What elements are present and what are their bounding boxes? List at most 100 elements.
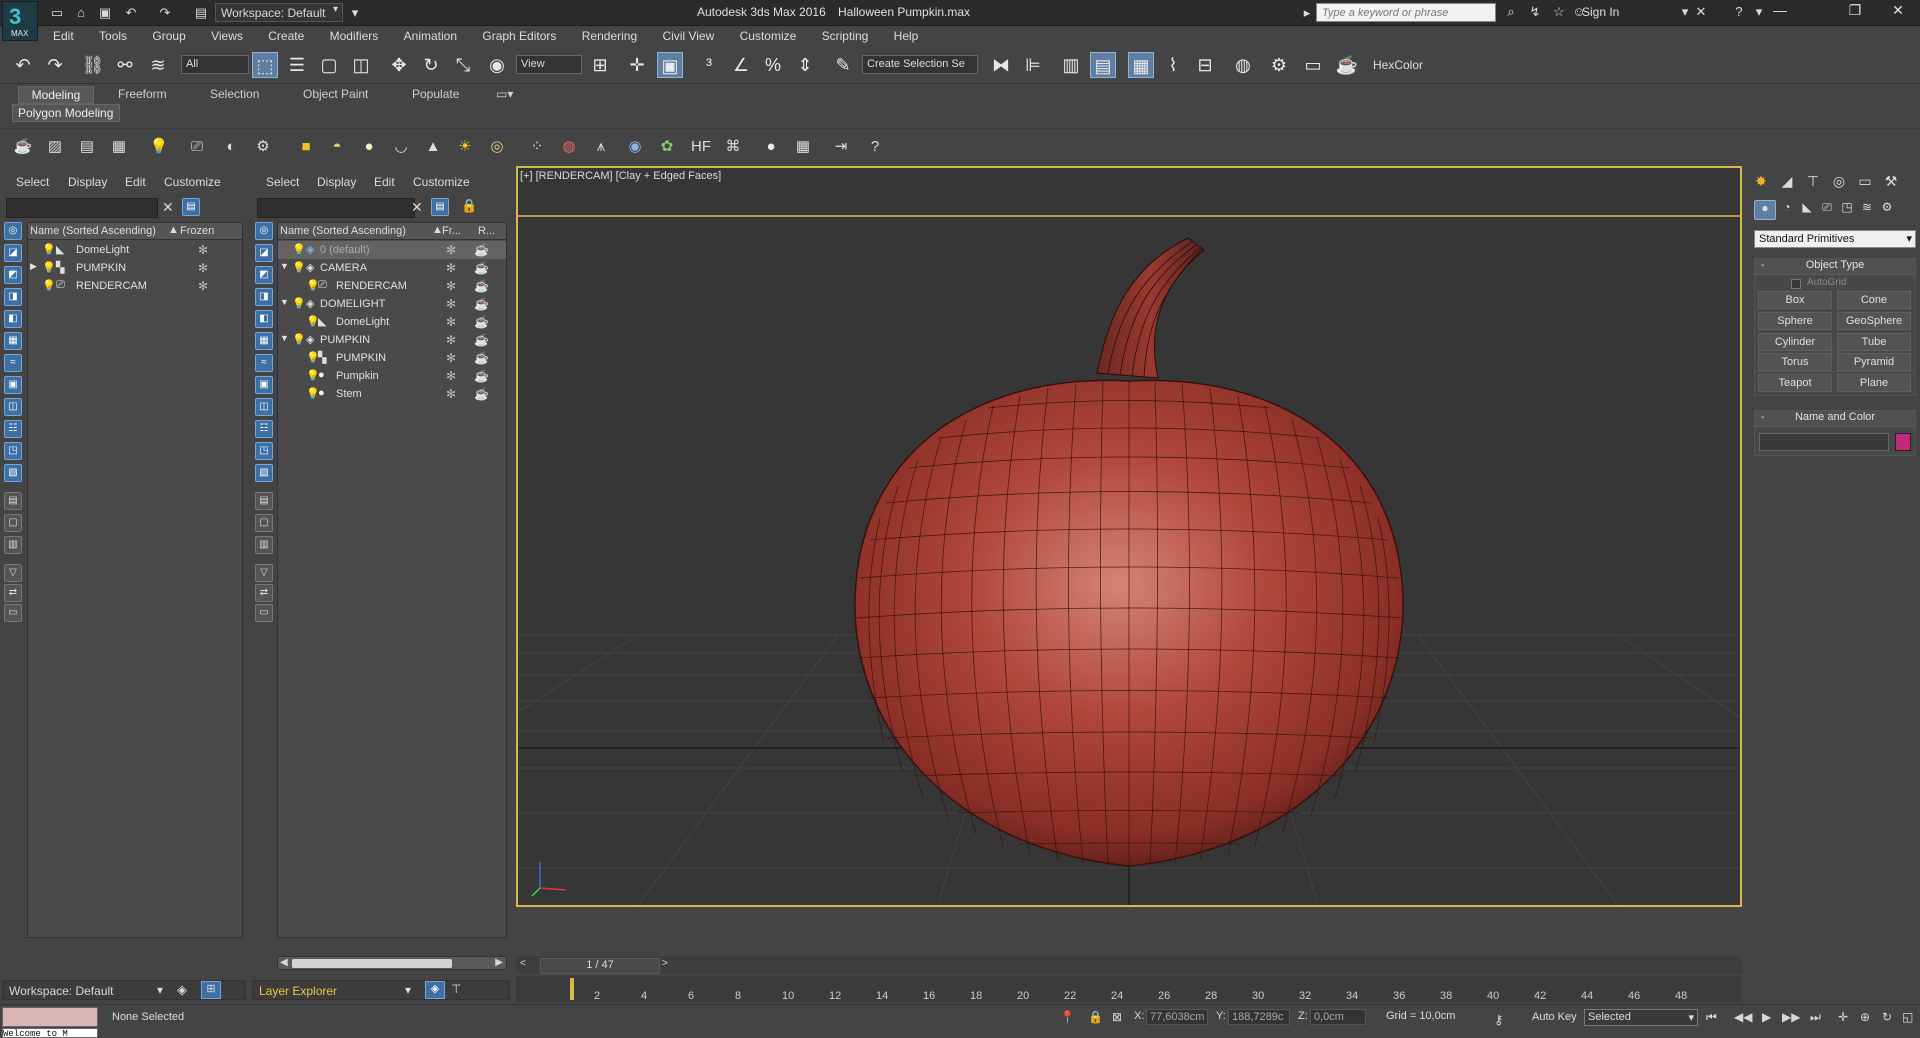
render-production-icon[interactable]: ☕ bbox=[1334, 52, 1360, 78]
key-filter-dropdown[interactable]: Selected ▾ bbox=[1584, 1009, 1698, 1026]
daylight-icon[interactable]: ◎ bbox=[486, 136, 508, 158]
hierarchy-tab-icon[interactable]: ⊤ bbox=[1802, 170, 1824, 192]
network-icon[interactable]: ⩚ bbox=[590, 136, 612, 158]
maxscript-mini-listener[interactable] bbox=[2, 1007, 98, 1027]
absolute-mode-icon[interactable]: ⊠ bbox=[1112, 1010, 1122, 1024]
render-teapot-icon[interactable]: ☕ bbox=[474, 369, 489, 383]
tube-button[interactable]: Tube bbox=[1837, 333, 1911, 351]
menu-help[interactable]: Help bbox=[883, 26, 930, 43]
column-name-header[interactable]: Name (Sorted Ascending) bbox=[30, 225, 156, 237]
menu-customize[interactable]: Customize bbox=[729, 26, 808, 43]
go-to-end-icon[interactable]: ⏭ bbox=[1810, 1010, 1821, 1025]
menu-rendering[interactable]: Rendering bbox=[571, 26, 648, 43]
teapot-button[interactable]: Teapot bbox=[1758, 374, 1832, 392]
display-frozen-icon[interactable]: ▧ bbox=[255, 464, 273, 482]
display-cameras-icon[interactable]: ◧ bbox=[4, 310, 22, 328]
render-teapot-icon[interactable]: ☕ bbox=[474, 315, 489, 329]
help-circle-icon[interactable]: ? bbox=[864, 136, 886, 158]
shell-icon[interactable]: ⌘ bbox=[722, 136, 744, 158]
display-shapes-icon[interactable]: ◩ bbox=[255, 266, 273, 284]
maximize-viewport-icon[interactable]: ◱ bbox=[1902, 1010, 1913, 1024]
time-slider-track[interactable] bbox=[516, 956, 1742, 974]
select-manipulate-icon[interactable]: ✛ bbox=[624, 52, 650, 78]
menu-civil-view[interactable]: Civil View bbox=[651, 26, 725, 43]
save-file-icon[interactable]: ▣ bbox=[96, 4, 114, 21]
grass-icon[interactable]: ✿ bbox=[656, 136, 678, 158]
lock-selection-icon[interactable]: 🔒 bbox=[1088, 1010, 1103, 1024]
viewport[interactable] bbox=[217, 166, 1920, 907]
layer-menu-customize[interactable]: Customize bbox=[413, 175, 470, 189]
menu-tools[interactable]: Tools bbox=[88, 26, 138, 43]
render-teapot-icon[interactable]: ☕ bbox=[474, 333, 489, 347]
menu-group[interactable]: Group bbox=[141, 26, 196, 43]
redo-icon[interactable]: ↷ bbox=[156, 4, 174, 21]
prev-frame-icon[interactable]: < bbox=[520, 958, 526, 969]
sphere-button[interactable]: Sphere bbox=[1758, 312, 1832, 330]
restore-button[interactable]: ❐ bbox=[1835, 2, 1875, 22]
polygon-modeling-panel[interactable]: Polygon Modeling bbox=[12, 104, 120, 122]
lights-category-icon[interactable]: ◣ bbox=[1796, 200, 1818, 220]
place-icon[interactable]: ◉ bbox=[484, 52, 510, 78]
project-folder-icon[interactable]: ▤ bbox=[192, 4, 210, 21]
snowflake-icon[interactable]: ✻ bbox=[446, 387, 456, 401]
play-icon[interactable]: ▶ bbox=[1762, 1010, 1771, 1024]
help-icon[interactable]: ? bbox=[1730, 4, 1748, 21]
scrollbar-thumb[interactable] bbox=[292, 959, 452, 968]
display-containers-icon[interactable]: ◳ bbox=[255, 442, 273, 460]
cone-button[interactable]: Cone bbox=[1837, 291, 1911, 309]
hemisphere-icon[interactable]: ◓ bbox=[326, 136, 348, 158]
display-cameras-icon[interactable]: ◧ bbox=[255, 310, 273, 328]
y-coordinate-field[interactable]: 188,7289c bbox=[1228, 1009, 1290, 1025]
minimize-button[interactable]: — bbox=[1760, 2, 1800, 22]
link-icon[interactable]: ⛓ bbox=[80, 52, 106, 78]
globe-icon[interactable]: ◉ bbox=[624, 136, 646, 158]
layer-menu-display[interactable]: Display bbox=[317, 175, 356, 189]
gear-chain-icon[interactable]: ⚙ bbox=[252, 136, 274, 158]
key-icon[interactable]: ⚷ bbox=[1494, 1012, 1504, 1028]
geometry-category-icon[interactable]: ● bbox=[1754, 200, 1776, 220]
cone-icon[interactable]: ▲ bbox=[422, 136, 444, 158]
time-slider-knob[interactable]: 1 / 47 bbox=[540, 958, 660, 974]
viewport-label[interactable]: [+] [RENDERCAM] [Clay + Edged Faces] bbox=[520, 170, 721, 182]
menu-views[interactable]: Views bbox=[200, 26, 254, 43]
scroll-left-icon[interactable]: ◀ bbox=[280, 957, 288, 968]
edit-named-selection-icon[interactable]: ✎ bbox=[830, 52, 856, 78]
list-item[interactable]: ▶ 💡 ▚ PUMPKIN ✻ bbox=[28, 259, 242, 277]
hf-icon[interactable]: HF bbox=[690, 136, 712, 158]
snowflake-icon[interactable]: ✻ bbox=[446, 369, 456, 383]
pivot-center-icon[interactable]: ⊞ bbox=[587, 52, 613, 78]
filter-toggle-icon[interactable]: ▤ bbox=[431, 198, 449, 216]
search-expand-icon[interactable]: ▸ bbox=[1298, 4, 1316, 21]
snowflake-icon[interactable]: ✻ bbox=[446, 333, 456, 347]
unlink-icon[interactable]: ⚯ bbox=[112, 52, 138, 78]
light-bulb-icon[interactable]: 💡 bbox=[42, 261, 56, 274]
scene-menu-edit[interactable]: Edit bbox=[125, 175, 146, 189]
collapse-icon[interactable]: ▭ bbox=[255, 604, 273, 622]
create-tab-icon[interactable]: ✸ bbox=[1750, 170, 1772, 192]
exchange-apps-icon[interactable]: ✕ bbox=[1692, 4, 1710, 21]
modify-tab-icon[interactable]: ◢ bbox=[1776, 170, 1798, 192]
display-bones-icon[interactable]: ☷ bbox=[255, 420, 273, 438]
sign-in-link[interactable]: Sign In bbox=[1582, 5, 1619, 19]
workspace-dropdown[interactable]: Workspace: Default ▾ bbox=[215, 3, 343, 22]
display-lights-icon[interactable]: ◨ bbox=[255, 288, 273, 306]
scene-search-input[interactable] bbox=[6, 198, 158, 218]
toggle-ribbon-icon[interactable]: ▦ bbox=[1128, 52, 1154, 78]
light-bulb-icon[interactable]: 💡 bbox=[292, 297, 306, 310]
cameras-category-icon[interactable]: ⎚ bbox=[1816, 200, 1838, 220]
invert-selection-icon[interactable]: ▥ bbox=[255, 536, 273, 554]
funnel-filter-icon[interactable]: ▽ bbox=[255, 564, 273, 582]
column-name-header[interactable]: Name (Sorted Ascending) bbox=[280, 225, 406, 237]
render-teapot-icon[interactable]: ☕ bbox=[474, 297, 489, 311]
align-icon[interactable]: ⊫ bbox=[1020, 52, 1046, 78]
z-coordinate-field[interactable]: 0,0cm bbox=[1310, 1009, 1366, 1025]
light-bulb-icon[interactable]: 💡 bbox=[148, 136, 170, 158]
layer-menu-edit[interactable]: Edit bbox=[374, 175, 395, 189]
render-teapot-icon[interactable]: ☕ bbox=[474, 261, 489, 275]
menu-scripting[interactable]: Scripting bbox=[811, 26, 880, 43]
tab-modeling[interactable]: Modeling bbox=[18, 86, 94, 104]
display-spacewarps-icon[interactable]: ≈ bbox=[4, 354, 22, 372]
layer-row[interactable]: 💡 ◣ DomeLight ✻ ☕ bbox=[278, 313, 506, 331]
scene-menu-display[interactable]: Display bbox=[68, 175, 107, 189]
schematic-view-icon[interactable]: ⊟ bbox=[1192, 52, 1218, 78]
